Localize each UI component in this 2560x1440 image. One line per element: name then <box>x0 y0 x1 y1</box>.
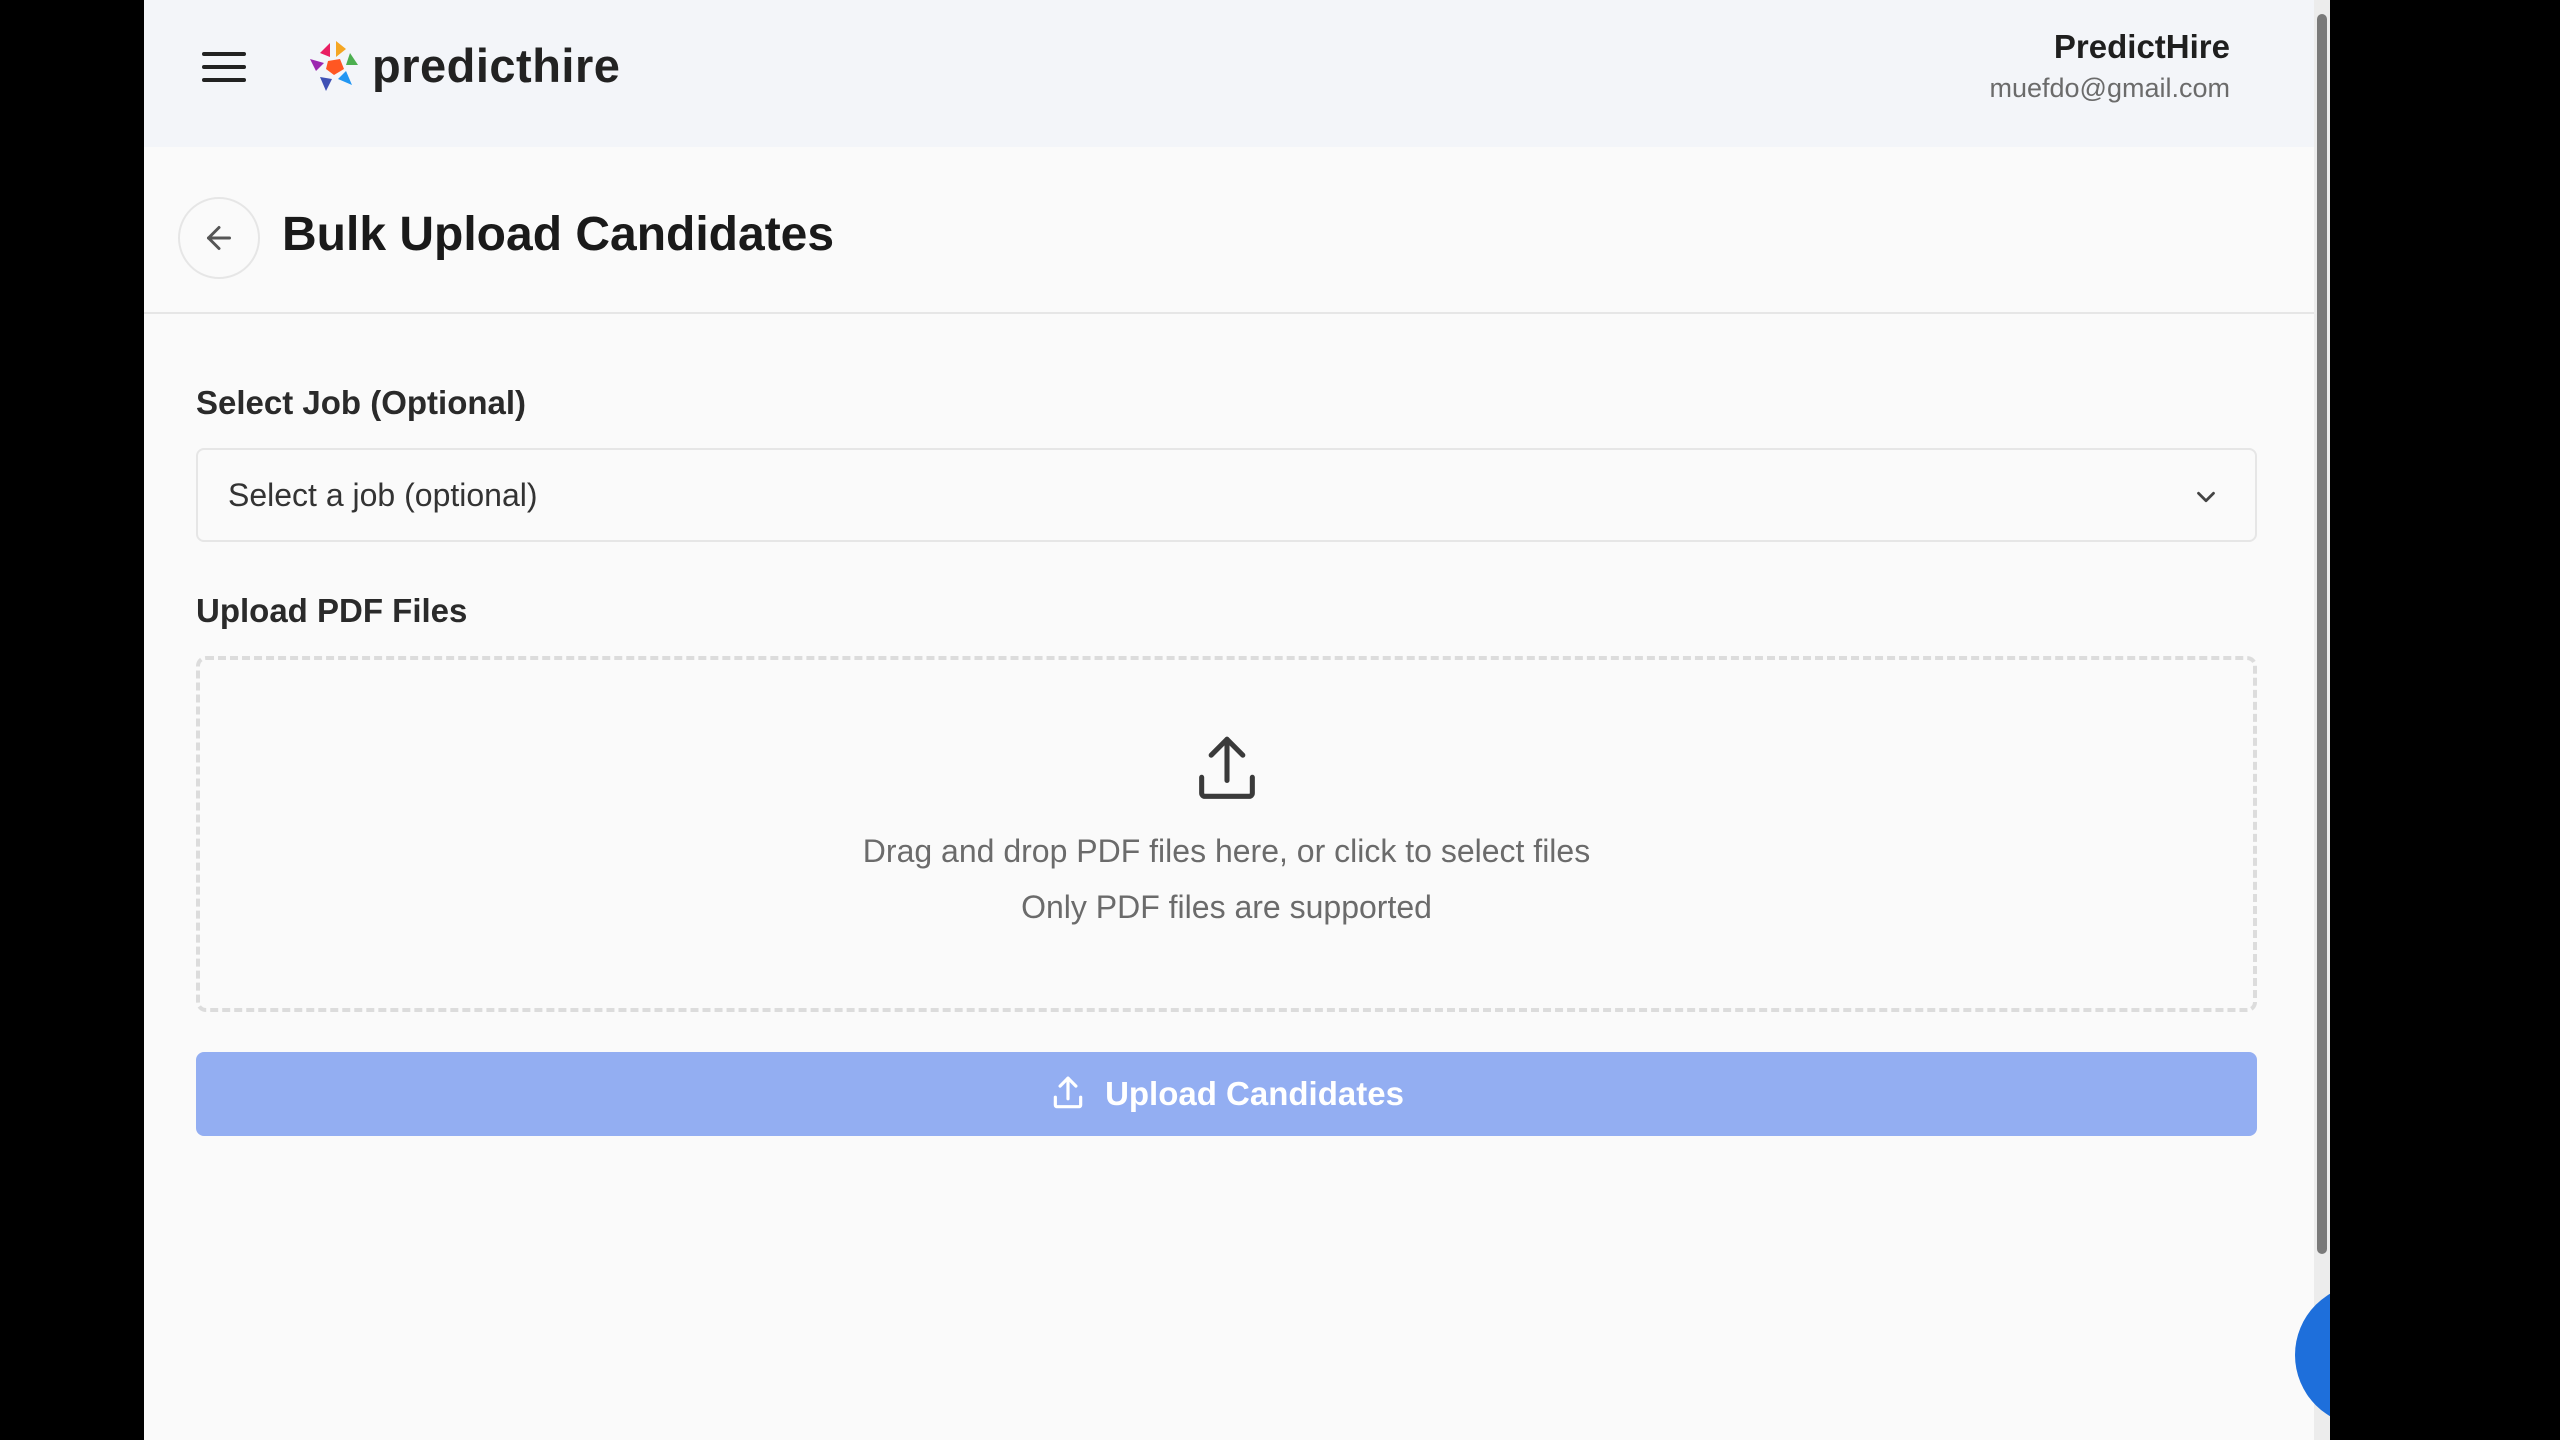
brand-name: predicthire <box>372 38 621 92</box>
page-title-bar: Bulk Upload Candidates <box>144 147 2314 314</box>
pdf-dropzone[interactable]: Drag and drop PDF files here, or click t… <box>196 656 2257 1012</box>
user-name: PredictHire <box>2053 28 2230 65</box>
page-title: Bulk Upload Candidates <box>282 208 835 261</box>
upload-icon <box>1053 1076 1083 1109</box>
app-window: predicthire PredictHire muefdo@gmail.com… <box>144 0 2330 1440</box>
upload-candidates-label: Upload Candidates <box>1105 1075 1404 1112</box>
chat-button[interactable] <box>2295 1284 2330 1426</box>
upload-candidates-button[interactable]: Upload Candidates <box>196 1052 2257 1136</box>
chevron-down-icon <box>2197 491 2215 503</box>
brand-logo[interactable]: predicthire <box>306 30 620 100</box>
dropzone-hint: Only PDF files are supported <box>1021 889 1432 925</box>
hamburger-menu-icon[interactable] <box>196 46 252 88</box>
user-email: muefdo@gmail.com <box>1989 73 2231 103</box>
upload-icon <box>1198 736 1255 799</box>
job-select[interactable]: Select a job (optional) <box>196 448 2257 542</box>
user-info[interactable]: PredictHire muefdo@gmail.com <box>1990 26 2231 108</box>
top-header: predicthire PredictHire muefdo@gmail.com <box>144 0 2314 147</box>
back-button[interactable] <box>178 197 260 279</box>
job-select-value: Select a job (optional) <box>228 476 538 513</box>
arrow-left-icon <box>207 226 231 250</box>
page-scrollbar[interactable] <box>2314 0 2330 1440</box>
upload-files-label: Upload PDF Files <box>196 592 468 629</box>
dropzone-instructions: Drag and drop PDF files here, or click t… <box>862 833 1591 869</box>
job-select-label: Select Job (Optional) <box>196 384 527 421</box>
logo-mark-icon <box>310 41 358 91</box>
scrollbar-thumb[interactable] <box>2317 14 2327 1254</box>
